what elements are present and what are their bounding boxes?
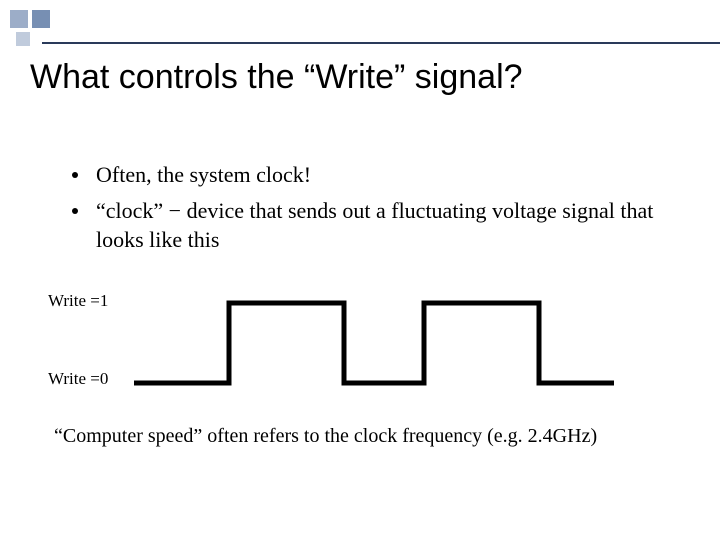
waveform-high-label: Write =1: [48, 291, 108, 311]
waveform-diagram: Write =1 Write =0: [72, 283, 680, 423]
header-rule: [42, 42, 720, 44]
bullet-icon: [72, 208, 78, 214]
square-icon: [10, 10, 28, 28]
slide-title: What controls the “Write” signal?: [30, 58, 523, 97]
slide-content: Often, the system clock! “clock” − devic…: [72, 160, 680, 423]
bullet-icon: [72, 172, 78, 178]
square-icon: [32, 10, 50, 28]
waveform-low-label: Write =0: [48, 369, 108, 389]
bullet-item: “clock” − device that sends out a fluctu…: [72, 196, 680, 255]
clock-waveform-icon: [134, 293, 614, 393]
bullet-text: Often, the system clock!: [96, 160, 311, 190]
bullet-item: Often, the system clock!: [72, 160, 680, 190]
square-icon: [16, 32, 30, 46]
footnote-text: “Computer speed” often refers to the clo…: [54, 425, 597, 448]
bullet-text: “clock” − device that sends out a fluctu…: [96, 196, 680, 255]
